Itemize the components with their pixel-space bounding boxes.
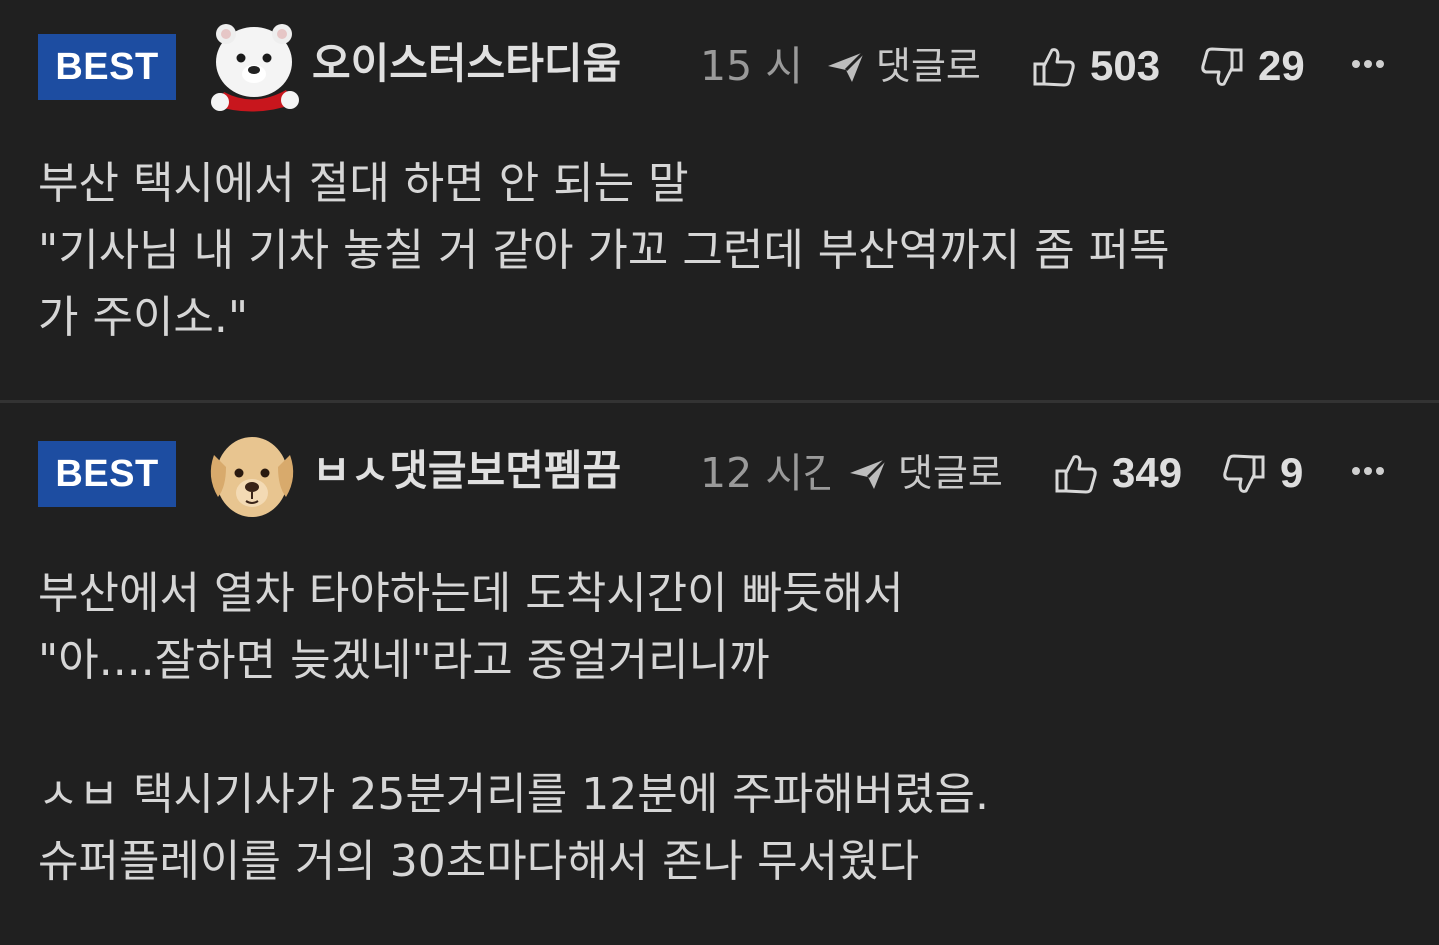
more-button[interactable]: [1350, 463, 1390, 479]
comment-line: 가 주이소.": [38, 292, 249, 343]
polar-bear-avatar[interactable]: [204, 20, 300, 116]
thumbs-down-icon: [1223, 454, 1265, 493]
comment-line: ㅅㅂ 택시기사가 25분거리를 12분에 주파해버렸음.: [38, 769, 990, 820]
downvote-count: 9: [1280, 449, 1304, 496]
best-badge: BEST: [38, 441, 176, 507]
username[interactable]: 오이스터스타디움: [312, 36, 621, 92]
comment-body: 부산에서 열차 타야하는데 도착시간이 빠듯해서 "아....잘하면 늦겠네"라…: [38, 560, 1399, 895]
downvote-count: 29: [1258, 42, 1305, 89]
reply-arrow-icon: [850, 457, 888, 489]
comment-line: "아....잘하면 늦겠네"라고 중얼거리니까: [38, 635, 770, 686]
more-icon: [1352, 60, 1384, 68]
comment-line: 부산 택시에서 절대 하면 안 되는 말: [38, 158, 689, 209]
puppy-avatar[interactable]: [204, 427, 300, 523]
comment-card: BEST 오이스터스타디움 15 시 댓글로 503 29 부산 택시에서 절대…: [0, 0, 1439, 400]
comment-line: "기사님 내 기차 놓칠 거 같아 가꼬 그런데 부산역까지 좀 퍼뜩: [38, 225, 1170, 276]
more-icon: [1352, 467, 1384, 475]
upvote-count: 503: [1090, 42, 1161, 89]
thumbs-down-icon: [1201, 47, 1243, 86]
timestamp: 12 시간: [700, 449, 830, 497]
thumbs-up-icon: [1033, 48, 1075, 87]
comment-header: BEST ㅂㅅ댓글보면펨끔 12 시간 댓글로 349 9: [0, 423, 1439, 523]
reply-label: 댓글로: [876, 44, 981, 88]
timestamp: 15 시: [700, 42, 803, 90]
comment-line: [38, 694, 1399, 761]
comment-card: BEST ㅂㅅ댓글보면펨끔 12 시간 댓글로 349 9 부산에서 열차 타야…: [0, 403, 1439, 945]
reply-arrow-icon: [828, 50, 866, 82]
comment-line: 슈퍼플레이를 거의 30초마다해서 존나 무서웠다: [38, 836, 920, 887]
more-button[interactable]: [1350, 56, 1390, 72]
comment-body: 부산 택시에서 절대 하면 안 되는 말 "기사님 내 기차 놓칠 거 같아 가…: [38, 150, 1399, 351]
comment-header: BEST 오이스터스타디움 15 시 댓글로 503 29: [0, 16, 1439, 116]
username[interactable]: ㅂㅅ댓글보면펨끔: [312, 443, 621, 499]
best-badge: BEST: [38, 34, 176, 100]
comment-line: 부산에서 열차 타야하는데 도착시간이 빠듯해서: [38, 568, 904, 619]
thumbs-up-icon: [1055, 455, 1097, 494]
upvote-count: 349: [1112, 449, 1183, 496]
reply-label: 댓글로: [898, 451, 1003, 495]
